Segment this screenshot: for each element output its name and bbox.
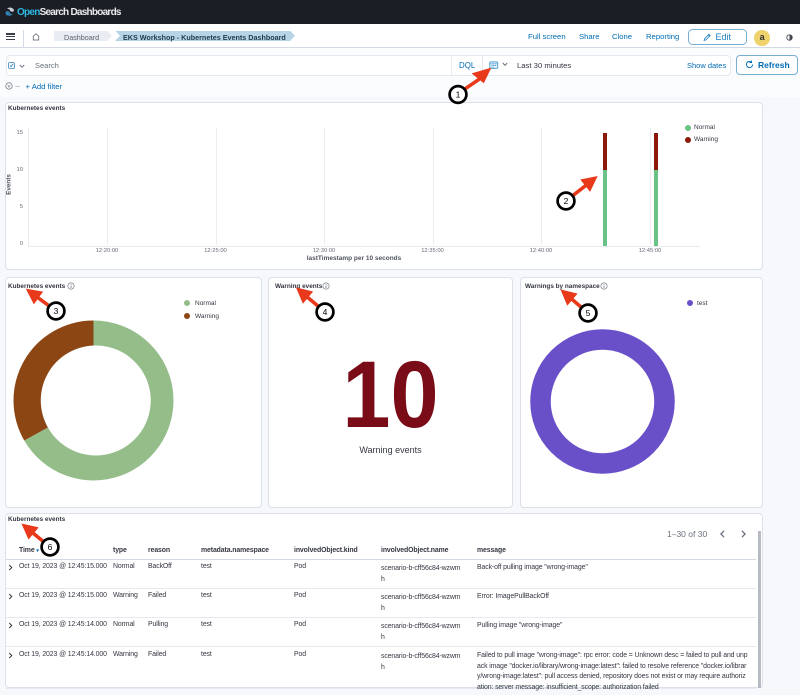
svg-text:5: 5 [586,308,591,318]
svg-text:4: 4 [323,307,328,317]
svg-text:1: 1 [456,90,461,100]
svg-text:3: 3 [54,306,59,316]
svg-text:2: 2 [564,196,569,206]
svg-text:6: 6 [48,542,53,552]
